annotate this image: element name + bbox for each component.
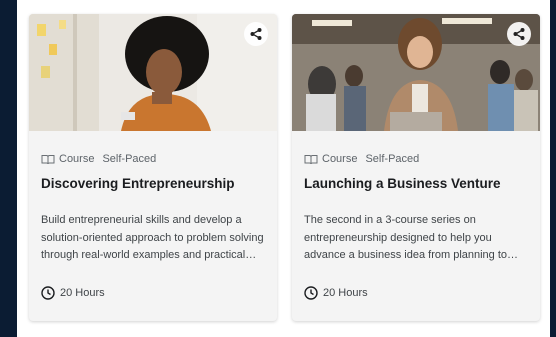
clock-icon — [41, 286, 55, 300]
course-type: Course — [59, 153, 95, 165]
course-pace: Self-Paced — [102, 153, 157, 165]
course-duration: 20 Hours — [41, 286, 105, 300]
duration-label: 20 Hours — [323, 287, 368, 299]
course-catalog-panel: Course Self-Paced Discovering Entreprene… — [17, 0, 550, 337]
course-type: Course — [322, 153, 358, 165]
clock-icon — [304, 286, 318, 300]
book-icon — [41, 154, 55, 165]
course-title[interactable]: Discovering Entrepreneurship — [41, 176, 269, 191]
duration-label: 20 Hours — [60, 287, 105, 299]
course-title[interactable]: Launching a Business Venture — [304, 176, 532, 191]
course-meta: Course Self-Paced — [41, 153, 156, 165]
course-card[interactable]: Course Self-Paced Launching a Business V… — [292, 14, 540, 321]
share-button[interactable] — [507, 22, 531, 46]
course-image — [292, 14, 540, 131]
book-icon — [304, 154, 318, 165]
course-duration: 20 Hours — [304, 286, 368, 300]
course-description: Build entrepreneurial skills and develop… — [41, 214, 264, 261]
share-icon — [512, 27, 526, 41]
course-description: The second in a 3-course series on entre… — [304, 214, 508, 261]
share-button[interactable] — [244, 22, 268, 46]
course-pace: Self-Paced — [365, 153, 420, 165]
course-meta: Course Self-Paced — [304, 153, 419, 165]
share-icon — [249, 27, 263, 41]
course-image — [29, 14, 277, 131]
course-card[interactable]: Course Self-Paced Discovering Entreprene… — [29, 14, 277, 321]
